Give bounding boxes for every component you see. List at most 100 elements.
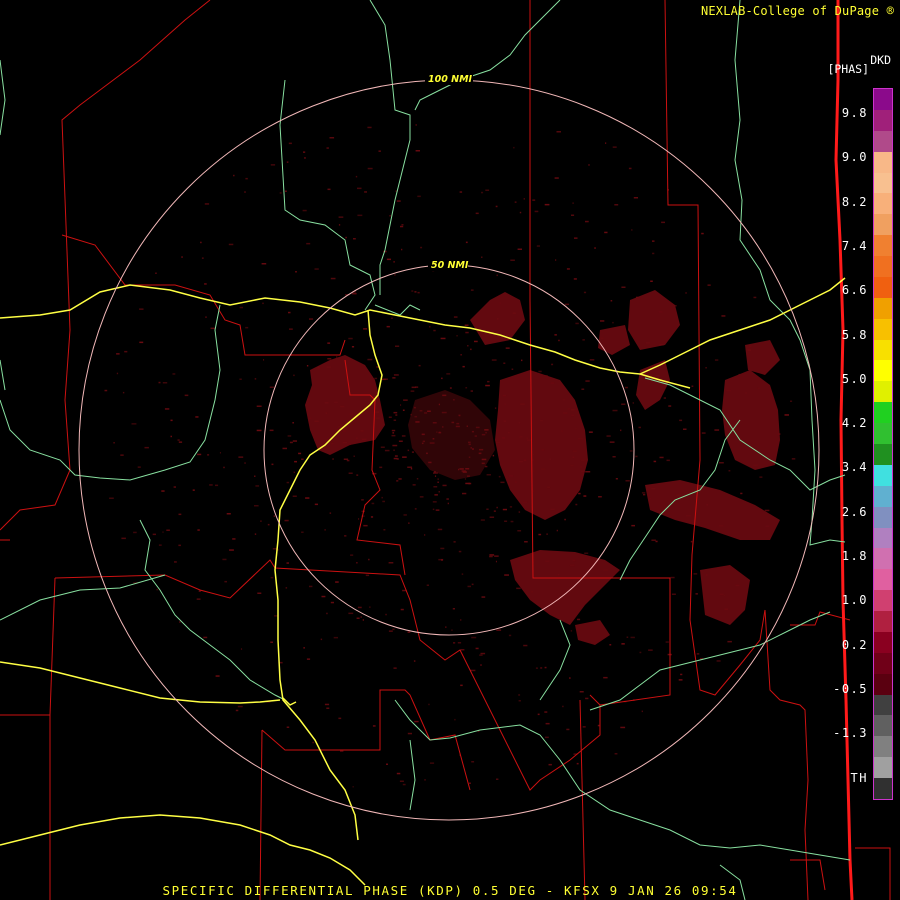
echo-speckle [414,720,419,723]
echo-speckle [572,202,574,204]
echo-speckle [470,390,473,392]
echo-speckle [665,641,669,643]
echo-speckle [351,346,355,348]
echo-speckle [349,413,354,415]
echo-speckle [632,402,634,404]
echo-speckle [507,483,510,485]
color-scale-swatch [874,381,892,403]
echo-speckle [701,432,706,434]
echo-speckle [340,750,344,752]
echo-speckle [255,485,260,487]
echo-speckle [353,455,355,457]
echo-speckle [239,306,243,309]
echo-speckle [306,242,311,245]
echo-speckle [303,647,305,649]
echo-speckle [610,300,613,302]
echo-speckle [392,628,395,631]
echo-speckle [330,277,336,280]
echo-speckle [544,203,550,206]
echo-speckle [329,512,332,514]
echo-speckle [495,560,497,563]
color-scale-swatch [874,569,892,591]
echo-speckle [612,456,616,458]
echo-speckle [441,377,443,380]
echo-speckle [537,713,540,716]
echo-speckle [398,440,403,442]
echo-speckle [229,549,234,551]
echo-speckle [452,608,455,610]
color-scale-swatch [874,694,892,716]
echo-speckle [400,225,404,228]
echo-speckle [270,576,274,579]
echo-speckle [391,429,396,432]
echo-speckle [470,669,476,672]
echo-speckle [652,252,655,255]
echo-speckle [326,612,328,615]
echo-speckle [357,606,362,609]
echo-speckle [532,453,535,456]
echo-speckle [504,574,509,576]
echo-speckle [162,382,168,384]
echo-speckle [679,419,683,422]
echo-speckle [240,648,243,650]
echo-speckle [620,726,626,729]
echo-speckle [516,587,521,590]
echo-speckle [301,531,304,533]
echo-speckle [224,580,227,583]
ring-label-100: 100 NMI [428,74,473,85]
echo-speckle [407,449,410,452]
echo-speckle [456,335,458,337]
color-scale-swatch [874,778,892,799]
echo-speckle [567,408,570,410]
echo-speckle [336,356,338,358]
echo-speckle [496,629,502,631]
highway-south [0,814,366,886]
echo-speckle [386,325,390,328]
echo-speckle [554,334,557,336]
echo-speckle [575,503,578,506]
echo-speckle [535,667,538,669]
echo-speckle [471,583,474,586]
echo-speckle [120,454,124,456]
echo-speckle [396,200,401,202]
echo-speckle [392,432,395,434]
echo-speckle [432,438,435,440]
echo-speckle [740,492,743,495]
stream [0,304,221,481]
echo-speckle [572,456,575,459]
echo-speckle [502,394,507,397]
echo-speckle [563,412,568,414]
echo-speckle [612,321,614,324]
echo-speckle [489,516,495,518]
echo-speckle [391,434,396,437]
echo-speckle [407,466,413,468]
echo-speckle [286,481,290,484]
echo-speckle [383,529,386,531]
echo-speckle [474,340,478,343]
echo-speckle [417,291,420,294]
echo-speckle [466,425,468,427]
echo-speckle [432,501,437,503]
echo-speckle [651,487,656,490]
echo-speckle [173,486,176,488]
echo-speckle [600,320,605,322]
echo-speckle [256,405,262,407]
echo-speckle [745,392,747,394]
echo-speckle [375,417,380,419]
echo-speckle [400,404,402,406]
echo-speckle [588,431,593,433]
echo-speckle [508,431,510,434]
echo-speckle [368,558,370,561]
echo-speckle [534,210,539,213]
echo-speckle [550,508,555,511]
echo-speckle [460,684,463,687]
echo-speckle [685,292,687,294]
echo-speckle [288,142,292,145]
echo-speckle [475,647,479,650]
echo-speckle [651,539,656,541]
echo-speckle [612,409,618,412]
echo-speckle [178,441,183,443]
echo-speckle [435,509,440,511]
echo-speckle [392,377,396,379]
echo-speckle [705,574,708,576]
